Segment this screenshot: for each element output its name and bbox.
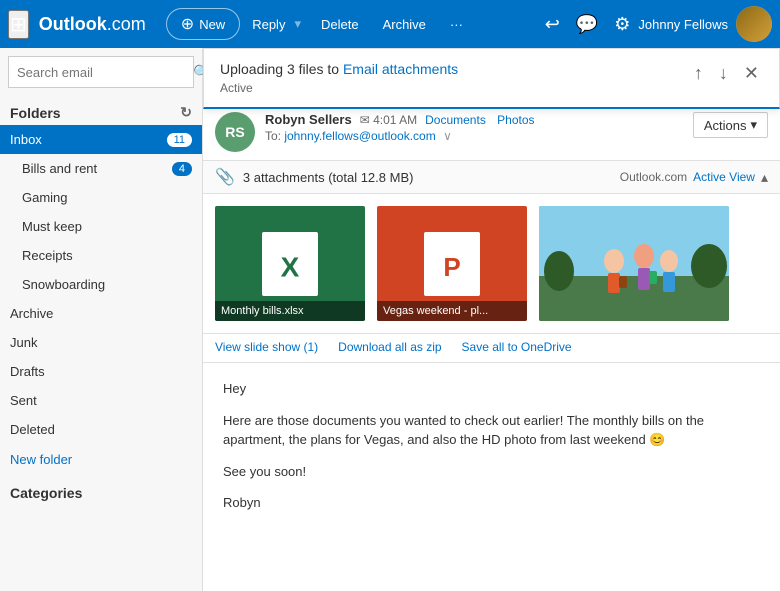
search-input[interactable] [17, 65, 193, 80]
sidebar-item-junk[interactable]: Junk [0, 328, 202, 357]
sidebar-item-bills-and-rent[interactable]: Bills and rent 4 [0, 154, 202, 183]
sender-links: Documents Photos [425, 113, 542, 127]
documents-link[interactable]: Documents [425, 113, 486, 127]
app-logo: Outlook.com [39, 14, 146, 35]
upload-toast-title: Uploading 3 files to Email attachments [220, 61, 458, 77]
upload-toast-link[interactable]: Email attachments [343, 61, 458, 77]
new-folder-link[interactable]: New folder [0, 444, 202, 475]
top-navigation: ⊞ Outlook.com ⊕ New Reply ▾ Delete Archi… [0, 0, 780, 48]
new-button[interactable]: ⊕ New [166, 8, 240, 40]
more-button[interactable]: ··· [438, 11, 475, 38]
thumbnails-row: X Monthly bills.xlsx P Vegas weekend - p… [203, 194, 780, 334]
upload-toast-status: Active [220, 81, 458, 95]
avatar[interactable] [736, 6, 772, 42]
delete-button[interactable]: Delete [309, 11, 371, 38]
body-main: Here are those documents you wanted to c… [223, 411, 760, 450]
photos-link[interactable]: Photos [497, 113, 534, 127]
actions-dropdown-icon: ▾ [750, 117, 757, 133]
ppt-filename: Vegas weekend - pl... [377, 301, 527, 321]
recipient-row: To: johnny.fellows@outlook.com ∨ [265, 129, 693, 143]
sidebar-item-drafts[interactable]: Drafts [0, 357, 202, 386]
actions-button[interactable]: Actions ▾ [693, 112, 768, 138]
upload-toast: Uploading 3 files to Email attachments A… [203, 48, 780, 109]
email-body: Hey Here are those documents you wanted … [203, 363, 780, 591]
sidebar-item-archive[interactable]: Archive [0, 299, 202, 328]
ppt-file-svg: P [424, 232, 480, 296]
body-closing: See you soon! [223, 462, 760, 482]
attachment-excel[interactable]: X Monthly bills.xlsx [215, 206, 365, 321]
refresh-icon[interactable]: ↻ [180, 104, 192, 121]
paperclip-icon: 📎 [215, 167, 235, 187]
recipient-email[interactable]: johnny.fellows@outlook.com [284, 129, 435, 143]
svg-text:X: X [281, 251, 300, 282]
reply-dropdown-icon[interactable]: ▾ [294, 16, 301, 32]
download-all-link[interactable]: Download all as zip [338, 340, 441, 354]
attachments-count: 3 attachments (total 12.8 MB) [243, 170, 414, 185]
sidebar-item-gaming[interactable]: Gaming [0, 183, 202, 212]
sidebar: 🔍 Folders ↻ Inbox 11 Bills and rent 4 Ga… [0, 48, 203, 591]
archive-button[interactable]: Archive [371, 11, 438, 38]
reply-button[interactable]: Reply ▾ [240, 10, 309, 38]
search-box[interactable]: 🔍 [8, 56, 194, 88]
active-view-link[interactable]: Active View [693, 170, 755, 184]
excel-filename: Monthly bills.xlsx [215, 301, 365, 321]
email-header: RS Robyn Sellers ✉ 4:01 AM Documents Pho… [203, 104, 780, 161]
body-greeting: Hey [223, 379, 760, 399]
new-icon: ⊕ [181, 14, 194, 34]
toast-up-icon[interactable]: ↑ [690, 61, 707, 86]
body-signature: Robyn [223, 493, 760, 513]
undo-icon[interactable]: ↩ [537, 8, 568, 41]
photo-svg [539, 206, 729, 321]
attachments-bar: 📎 3 attachments (total 12.8 MB) Outlook.… [203, 161, 780, 194]
sidebar-item-receipts[interactable]: Receipts [0, 241, 202, 270]
attachment-links: View slide show (1) Download all as zip … [203, 334, 780, 363]
sidebar-item-snowboarding[interactable]: Snowboarding [0, 270, 202, 299]
folders-header: Folders ↻ [0, 96, 202, 125]
categories-header: Categories [0, 475, 202, 505]
sidebar-item-inbox[interactable]: Inbox 11 [0, 125, 202, 154]
attach-source: Outlook.com [620, 170, 687, 184]
toast-close-icon[interactable]: ✕ [740, 61, 763, 86]
attachment-photo[interactable] [539, 206, 729, 321]
app-grid-icon[interactable]: ⊞ [8, 10, 29, 39]
sidebar-item-deleted[interactable]: Deleted [0, 415, 202, 444]
recipient-close-icon: ∨ [443, 129, 452, 143]
settings-icon[interactable]: ⚙ [606, 8, 638, 41]
view-slideshow-link[interactable]: View slide show (1) [215, 340, 318, 354]
sender-name: Robyn Sellers [265, 112, 352, 127]
sidebar-item-must-keep[interactable]: Must keep [0, 212, 202, 241]
sidebar-item-sent[interactable]: Sent [0, 386, 202, 415]
svg-text:P: P [443, 251, 460, 281]
main-area: 🔍 Folders ↻ Inbox 11 Bills and rent 4 Ga… [0, 48, 780, 591]
attachment-ppt[interactable]: P Vegas weekend - pl... [377, 206, 527, 321]
user-name: Johnny Fellows [638, 17, 728, 32]
toast-down-icon[interactable]: ↓ [715, 61, 732, 86]
save-onedrive-link[interactable]: Save all to OneDrive [462, 340, 572, 354]
sender-avatar: RS [215, 112, 255, 152]
attachments-toggle-icon[interactable]: ▴ [761, 169, 768, 186]
content-panel: Uploading 3 files to Email attachments A… [203, 48, 780, 591]
sender-email: ✉ 4:01 AM [360, 113, 417, 127]
chat-icon[interactable]: 💬 [568, 8, 606, 41]
excel-file-svg: X [262, 232, 318, 296]
